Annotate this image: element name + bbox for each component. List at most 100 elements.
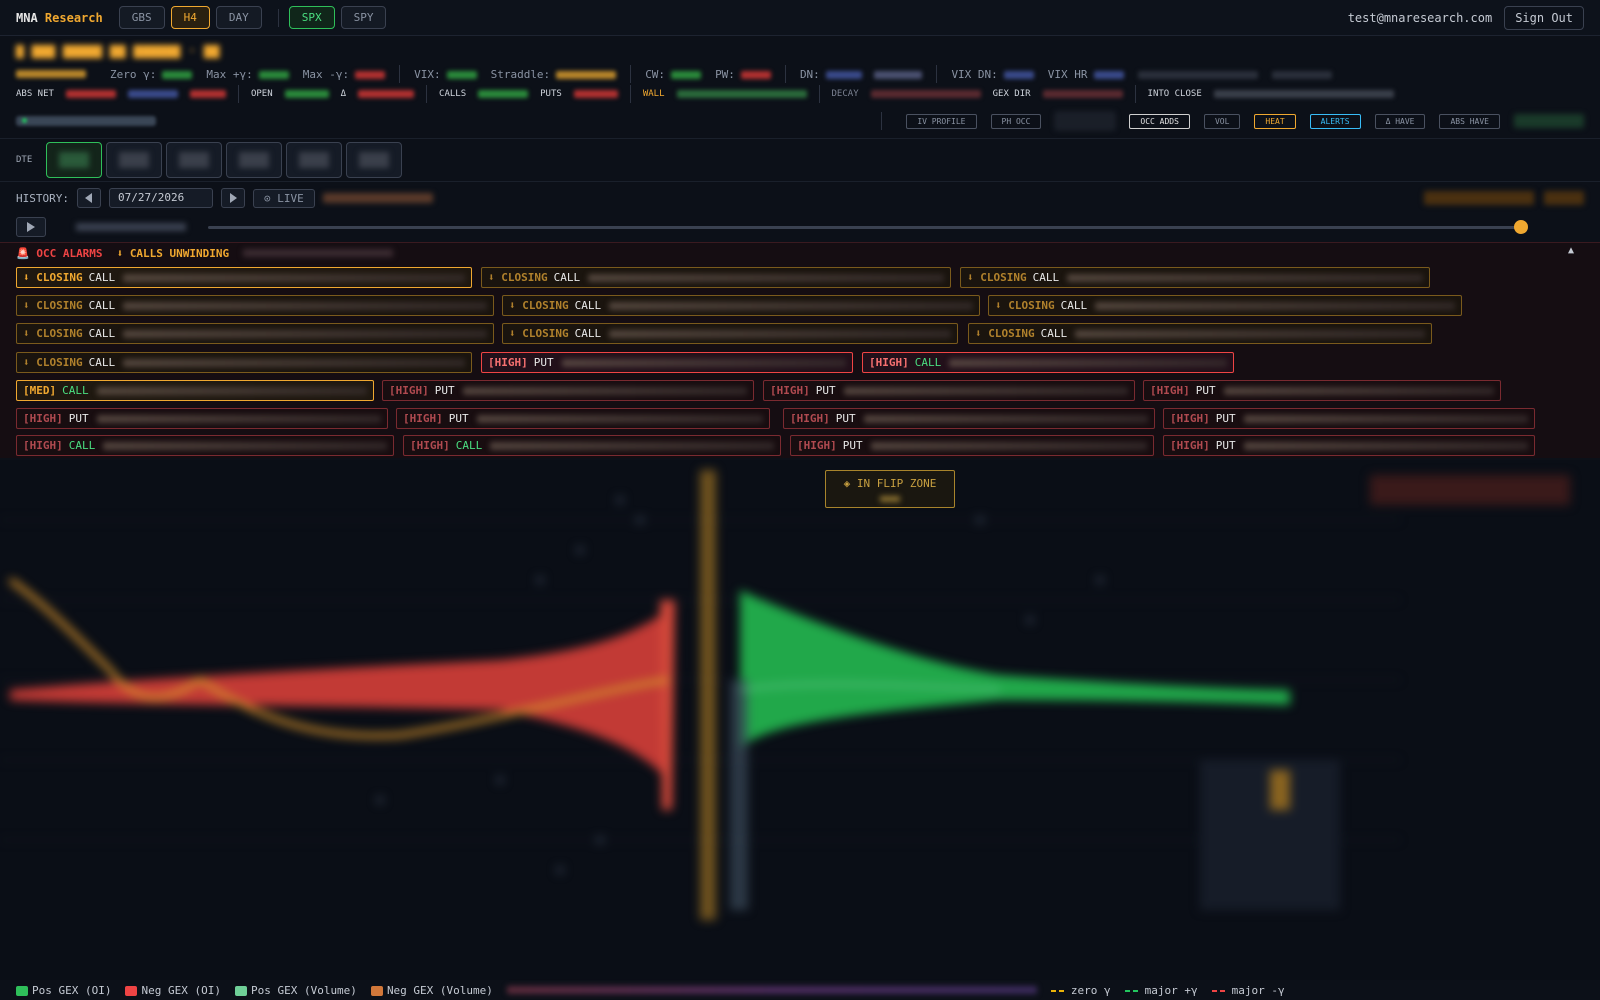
alarm-chip[interactable]: [HIGH] PUT [763, 380, 1135, 401]
alarm-chip[interactable]: ⬇ CLOSING CALL [16, 352, 472, 373]
blurred-button[interactable] [1424, 191, 1534, 205]
neg-vol-swatch [370, 985, 383, 996]
pw-stat: PW: [715, 68, 771, 81]
alarm-chip[interactable]: [MED] CALL [16, 380, 374, 401]
neg-oi-swatch [125, 985, 138, 996]
alarm-chip[interactable]: ⬇ CLOSING CALL [502, 295, 980, 316]
alarm-chip[interactable]: [HIGH] PUT [481, 352, 853, 373]
alarm-subtitle: ⬇ CALLS UNWINDING [116, 247, 230, 260]
blurred-detail [490, 441, 774, 450]
alarm-chip[interactable]: [HIGH] CALL [862, 352, 1234, 373]
next-day-button[interactable] [220, 188, 245, 208]
alarm-tag: [HIGH] [23, 412, 63, 425]
delta-have-button[interactable]: Δ HAVE [1374, 113, 1426, 129]
date-input[interactable]: 07/27/2026 [108, 188, 213, 208]
ph-occ-button[interactable]: PH OCC [990, 113, 1042, 129]
alarm-tag: ⬇ CLOSING [23, 356, 83, 369]
flip-zone-badge: ◈ IN FLIP ZONE [825, 470, 955, 508]
into-close-label: INTO CLOSE [1147, 89, 1202, 99]
occ-adds-button[interactable]: OCC ADDS [1129, 113, 1190, 129]
play-button[interactable] [16, 217, 46, 237]
zero-gamma-stat: Zero γ: [110, 68, 193, 81]
dte-option[interactable] [286, 142, 343, 178]
alarm-chip[interactable]: [HIGH] PUT [382, 380, 754, 401]
view-gbs-button[interactable]: GBS [118, 6, 165, 29]
dte-option[interactable] [166, 142, 223, 178]
timeline-knob[interactable] [1514, 220, 1528, 234]
prev-day-button[interactable] [76, 188, 101, 208]
blurred-detail [96, 386, 367, 395]
alarm-chip[interactable]: [HIGH] PUT [16, 408, 388, 429]
alarm-chip[interactable]: ⬇ CLOSING CALL [502, 323, 958, 344]
view-h4-button[interactable]: H4 [170, 6, 210, 29]
view-day-button[interactable]: DAY [215, 6, 262, 29]
blurred-detail [588, 273, 944, 282]
controls-row: IV PROFILE PH OCC OCC ADDS VOL HEAT ALER… [0, 108, 1600, 134]
clock-icon: ⊙ [263, 191, 278, 205]
alarm-chip[interactable]: [HIGH] PUT [1163, 435, 1535, 456]
wall-label: WALL [642, 89, 665, 99]
alarm-chip[interactable]: ⬇ CLOSING CALL [481, 267, 951, 288]
alarm-tag: ⬇ CLOSING [509, 299, 569, 312]
ticker-spy-button[interactable]: SPY [340, 6, 387, 29]
blurred-summary [243, 249, 394, 257]
blurred-detail [123, 301, 487, 310]
gex-chart-svg [0, 470, 1570, 920]
legend-pos-vol: Pos GEX (Volume) [234, 984, 357, 997]
alarm-chip[interactable]: ⬇ CLOSING CALL [16, 323, 494, 344]
blurred-control[interactable] [1055, 112, 1116, 130]
alarm-chip[interactable]: [HIGH] PUT [783, 408, 1155, 429]
alarm-kind: PUT [842, 439, 863, 452]
dte-option[interactable] [226, 142, 283, 178]
gex-dir-label: GEX DIR [992, 89, 1031, 99]
gex-heatmap-chart: ◈ IN FLIP ZONE [0, 460, 1600, 980]
blurred-detail [1223, 386, 1494, 395]
alarm-tag: [HIGH] [1170, 412, 1210, 425]
blurred-detail [462, 386, 747, 395]
alarm-tag: [MED] [23, 384, 57, 397]
alarm-chip[interactable]: ⬇ CLOSING CALL [968, 323, 1432, 344]
alarm-chip[interactable]: [HIGH] PUT [1163, 408, 1535, 429]
heat-button[interactable]: HEAT [1254, 113, 1296, 129]
alarm-chip[interactable]: [HIGH] PUT [396, 408, 770, 429]
alarm-tag: [HIGH] [488, 356, 528, 369]
iv-profile-button[interactable]: IV PROFILE [906, 113, 977, 129]
live-button[interactable]: ⊙ LIVE [252, 188, 315, 208]
blurred-value [16, 70, 86, 78]
legend-major-pos: major +γ [1124, 984, 1198, 997]
alarm-chip[interactable]: ⬇ CLOSING CALL [16, 295, 494, 316]
alarm-kind: CALL [88, 299, 116, 312]
alarm-tag: [HIGH] [389, 384, 429, 397]
sign-out-button[interactable]: Sign Out [1504, 5, 1584, 30]
ticker-spx-button[interactable]: SPX [288, 6, 335, 29]
alarm-tag: ⬇ CLOSING [967, 271, 1027, 284]
alarm-chip[interactable]: [HIGH] CALL [403, 435, 781, 456]
blurred-button[interactable] [1544, 191, 1584, 205]
blurred-detail [123, 273, 465, 282]
dte-option[interactable] [346, 142, 403, 178]
decay-label: DECAY [831, 89, 859, 99]
alarm-kind: CALL [88, 356, 116, 369]
alarm-kind: PUT [1215, 412, 1236, 425]
alarm-chip[interactable]: [HIGH] PUT [1143, 380, 1501, 401]
vol-button[interactable]: VOL [1203, 113, 1241, 129]
alarm-chip[interactable]: ⬇ CLOSING CALL [16, 267, 472, 288]
alerts-button[interactable]: ALERTS [1309, 113, 1361, 129]
blurred-detail [1075, 329, 1425, 338]
abs-have-button[interactable]: ABS HAVE [1439, 113, 1500, 129]
collapse-icon[interactable]: ▲ [1568, 245, 1574, 256]
delta-label: Δ [340, 89, 347, 99]
straddle-stat: Straddle: [491, 68, 617, 81]
timeline-track[interactable] [208, 226, 1520, 229]
alarm-chip[interactable]: ⬇ CLOSING CALL [988, 295, 1462, 316]
alarm-chip[interactable]: [HIGH] PUT [790, 435, 1154, 456]
alarm-chip[interactable]: ⬇ CLOSING CALL [960, 267, 1430, 288]
blurred-control[interactable] [1514, 114, 1584, 128]
alarm-chip[interactable]: [HIGH] CALL [16, 435, 394, 456]
alarm-kind: CALL [68, 439, 96, 452]
dte-option[interactable] [106, 142, 163, 178]
alarm-kind: CALL [88, 327, 116, 340]
chart-legend: Pos GEX (OI) Neg GEX (OI) Pos GEX (Volum… [0, 980, 1600, 1000]
dte-option[interactable] [46, 142, 103, 178]
alarm-kind: PUT [1195, 384, 1216, 397]
